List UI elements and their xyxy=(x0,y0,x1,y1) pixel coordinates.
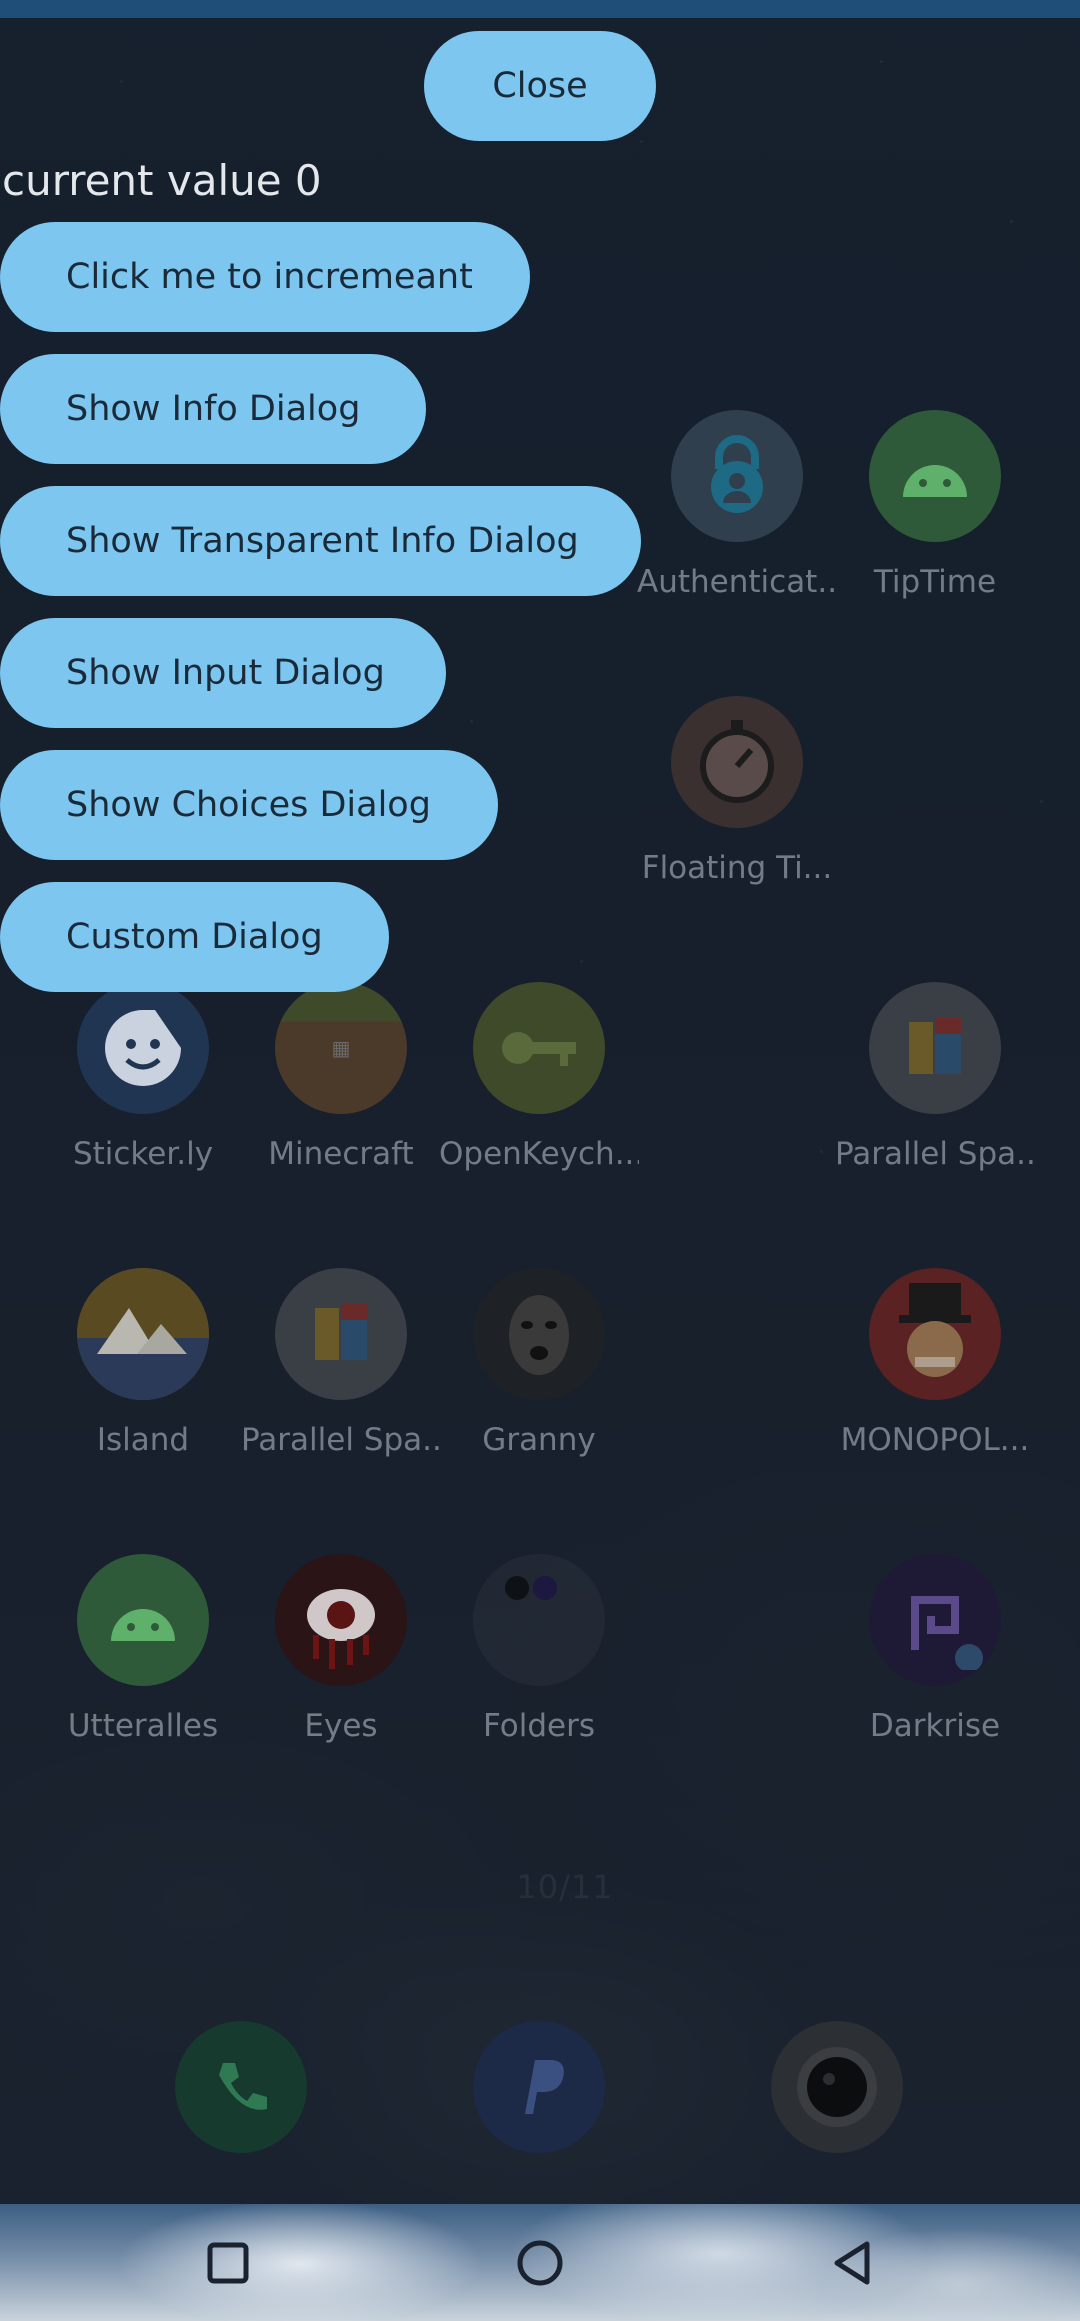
app-label: Darkrise xyxy=(869,1708,1001,1744)
app-monopoly[interactable]: MONOPOL... xyxy=(835,1268,1035,1458)
app-label: Island xyxy=(96,1422,190,1458)
navigation-bar xyxy=(0,2204,1080,2321)
camera-icon[interactable] xyxy=(771,2021,903,2153)
parallel-space-icon xyxy=(869,982,1001,1114)
key-icon xyxy=(473,982,605,1114)
stopwatch-icon xyxy=(671,696,803,828)
granny-icon xyxy=(473,1268,605,1400)
app-utteralles[interactable]: Utteralles xyxy=(43,1554,243,1744)
app-label: Utteralles xyxy=(67,1708,219,1744)
darkrise-icon xyxy=(869,1554,1001,1686)
app-granny[interactable]: Granny xyxy=(439,1268,639,1458)
sticker-icon xyxy=(77,982,209,1114)
page-indicator: 10/11 xyxy=(516,1868,614,1906)
app-label: Granny xyxy=(482,1422,596,1458)
app-island[interactable]: Island xyxy=(43,1268,243,1458)
phone-icon[interactable] xyxy=(175,2021,307,2153)
custom-dialog-button[interactable]: Custom Dialog xyxy=(0,882,389,992)
eye-icon xyxy=(275,1554,407,1686)
island-icon xyxy=(77,1268,209,1400)
home-icon[interactable] xyxy=(509,2232,571,2294)
app-label: Sticker.ly xyxy=(72,1136,214,1172)
show-choices-dialog-button[interactable]: Show Choices Dialog xyxy=(0,750,498,860)
status-strip xyxy=(0,0,1080,18)
app-darkrise[interactable]: Darkrise xyxy=(835,1554,1035,1744)
app-label: Authenticat... xyxy=(637,564,837,600)
minecraft-icon: ▦ xyxy=(275,982,407,1114)
app-label: Floating Ti... xyxy=(641,850,833,886)
increment-button[interactable]: Click me to incremeant xyxy=(0,222,530,332)
app-tiptime[interactable]: TipTime xyxy=(835,410,1035,600)
app-label: Eyes xyxy=(304,1708,378,1744)
app-label: TipTime xyxy=(873,564,997,600)
show-info-dialog-button[interactable]: Show Info Dialog xyxy=(0,354,426,464)
parallel-space-icon xyxy=(275,1268,407,1400)
app-parallel-space[interactable]: Parallel Spa... xyxy=(835,982,1035,1172)
app-openkeychain[interactable]: OpenKeych... xyxy=(439,982,639,1172)
app-label: Parallel Spa... xyxy=(241,1422,441,1458)
app-parallel-space-2[interactable]: Parallel Spa... xyxy=(241,1268,441,1458)
app-label: Folders xyxy=(483,1708,595,1744)
app-minecraft[interactable]: ▦ Minecraft xyxy=(241,982,441,1172)
authenticator-icon xyxy=(671,410,803,542)
app-folders[interactable]: Folders xyxy=(439,1554,639,1744)
show-transparent-info-dialog-button[interactable]: Show Transparent Info Dialog xyxy=(0,486,641,596)
back-icon[interactable] xyxy=(821,2232,883,2294)
app-label: Parallel Spa... xyxy=(835,1136,1035,1172)
app-stickerly[interactable]: Sticker.ly xyxy=(43,982,243,1172)
app-label: Minecraft xyxy=(268,1136,414,1172)
android-icon xyxy=(77,1554,209,1686)
paypal-icon[interactable] xyxy=(473,2021,605,2153)
android-icon xyxy=(869,410,1001,542)
app-eyes[interactable]: Eyes xyxy=(241,1554,441,1744)
monopoly-icon xyxy=(869,1268,1001,1400)
current-value-text: current value 0 xyxy=(2,156,322,205)
recents-icon[interactable] xyxy=(197,2232,259,2294)
app-floating-timer[interactable]: Floating Ti... xyxy=(637,696,837,886)
close-button[interactable]: Close xyxy=(424,31,656,141)
app-label: OpenKeych... xyxy=(439,1136,639,1172)
app-authenticator[interactable]: Authenticat... xyxy=(637,410,837,600)
show-input-dialog-button[interactable]: Show Input Dialog xyxy=(0,618,446,728)
folder-icon xyxy=(473,1554,605,1686)
app-label: MONOPOL... xyxy=(840,1422,1030,1458)
